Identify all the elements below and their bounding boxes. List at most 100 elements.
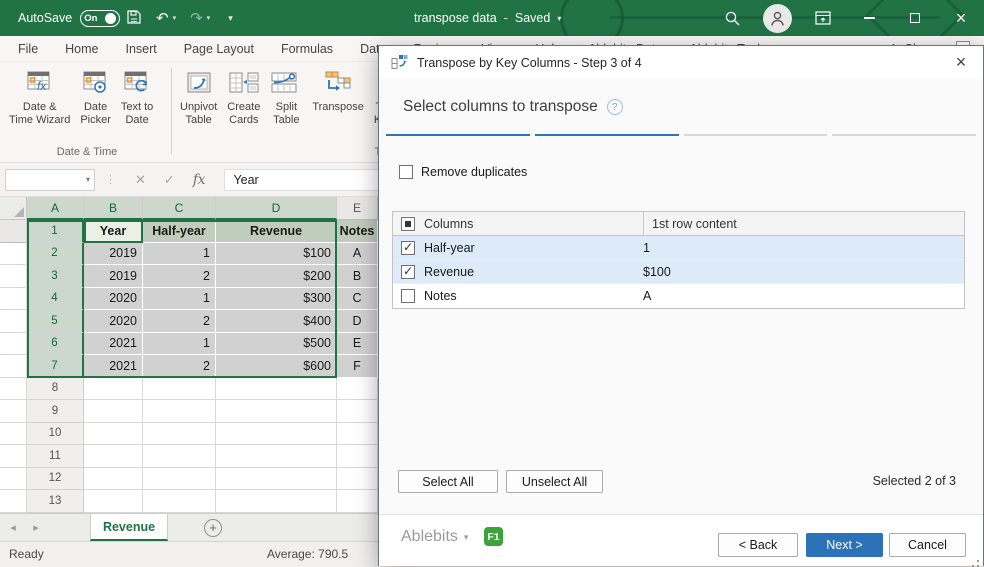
- cell-A6[interactable]: 2021: [84, 332, 143, 355]
- tab-formulas[interactable]: Formulas: [281, 42, 333, 56]
- date-picker-button[interactable]: Date Picker: [75, 67, 116, 130]
- cell-D12[interactable]: [337, 467, 378, 490]
- window-close-button[interactable]: ×: [938, 0, 984, 36]
- select-all-button[interactable]: Select All: [398, 470, 498, 493]
- redo-dropdown-icon[interactable]: ▾: [207, 14, 211, 22]
- row-header-7[interactable]: 7: [27, 355, 84, 378]
- ablebits-brand-menu[interactable]: Ablebits ▾: [401, 528, 468, 546]
- cell-C3[interactable]: $200: [216, 265, 337, 288]
- select-all-checkbox-icon[interactable]: [401, 216, 415, 231]
- undo-dropdown-icon[interactable]: ▾: [173, 14, 177, 22]
- sheet-tab-revenue[interactable]: Revenue: [90, 514, 168, 541]
- cell-B10[interactable]: [143, 422, 216, 445]
- cell-D3[interactable]: B: [337, 265, 378, 288]
- cell-D1[interactable]: Notes: [337, 220, 378, 243]
- cell-C12[interactable]: [216, 467, 337, 490]
- tab-home[interactable]: Home: [65, 42, 98, 56]
- sheet-nav-right-icon[interactable]: ▸: [26, 514, 46, 541]
- cell-D5[interactable]: D: [337, 310, 378, 333]
- cell-C2[interactable]: $100: [216, 242, 337, 265]
- cell-C7[interactable]: $600: [216, 355, 337, 378]
- date-time-wizard-button[interactable]: fx Date & Time Wizard: [4, 67, 75, 130]
- column-row-revenue[interactable]: Revenue $100: [393, 260, 964, 284]
- tab-insert[interactable]: Insert: [126, 42, 157, 56]
- add-sheet-button[interactable]: +: [204, 518, 222, 537]
- cell-C9[interactable]: [216, 400, 337, 423]
- cell-D2[interactable]: A: [337, 242, 378, 265]
- cell-D6[interactable]: E: [337, 332, 378, 355]
- cell-D11[interactable]: [337, 445, 378, 468]
- cell-B3[interactable]: 2: [143, 265, 216, 288]
- customize-quick-access-icon[interactable]: ▾: [228, 13, 233, 24]
- cell-A10[interactable]: [84, 422, 143, 445]
- back-button[interactable]: < Back: [718, 533, 798, 557]
- cell-A7[interactable]: 2021: [84, 355, 143, 378]
- minimize-button[interactable]: [846, 0, 892, 36]
- cell-C10[interactable]: [216, 422, 337, 445]
- avatar[interactable]: [763, 3, 792, 33]
- confirm-entry-icon[interactable]: ✓: [164, 172, 175, 188]
- cell-D10[interactable]: [337, 422, 378, 445]
- cell-B8[interactable]: [143, 377, 216, 400]
- undo-icon[interactable]: ↶: [156, 11, 169, 26]
- cell-D8[interactable]: [337, 377, 378, 400]
- row-header-8[interactable]: 8: [27, 377, 84, 400]
- cancel-entry-icon[interactable]: ✕: [135, 172, 146, 188]
- tab-page-layout[interactable]: Page Layout: [184, 42, 254, 56]
- cell-A1[interactable]: Year: [84, 220, 143, 243]
- column-header-d[interactable]: D: [216, 197, 337, 220]
- cell-C5[interactable]: $400: [216, 310, 337, 333]
- row-header-5[interactable]: 5: [27, 310, 84, 333]
- row-header-4[interactable]: 4: [27, 287, 84, 310]
- row-header-1[interactable]: 1: [27, 220, 84, 243]
- cell-B4[interactable]: 1: [143, 287, 216, 310]
- cell-A9[interactable]: [84, 400, 143, 423]
- title-dropdown-icon[interactable]: ▾: [557, 14, 561, 23]
- checkbox-icon[interactable]: [401, 240, 415, 255]
- cell-C1[interactable]: Revenue: [216, 220, 337, 243]
- help-icon[interactable]: ?: [606, 99, 623, 115]
- row-header-10[interactable]: 10: [27, 422, 84, 445]
- dialog-close-button[interactable]: ×: [939, 46, 983, 79]
- text-to-date-button[interactable]: Text to Date: [116, 67, 158, 130]
- cancel-button[interactable]: Cancel: [889, 533, 966, 557]
- name-box[interactable]: ▾: [5, 168, 95, 191]
- cell-B1[interactable]: Half-year: [143, 220, 216, 243]
- checkbox-icon[interactable]: [399, 165, 413, 179]
- cell-C13[interactable]: [216, 490, 337, 513]
- checkbox-icon[interactable]: [401, 264, 415, 279]
- resize-grip[interactable]: [977, 560, 979, 562]
- save-icon[interactable]: [126, 9, 142, 28]
- row-header-13[interactable]: 13: [27, 490, 84, 513]
- search-icon[interactable]: [709, 0, 755, 36]
- row-header-2[interactable]: 2: [27, 242, 84, 265]
- column-header-e[interactable]: E: [337, 197, 378, 220]
- cell-D13[interactable]: [337, 490, 378, 513]
- cell-A12[interactable]: [84, 467, 143, 490]
- row-header-12[interactable]: 12: [27, 467, 84, 490]
- maximize-button[interactable]: [892, 0, 938, 36]
- cell-B6[interactable]: 1: [143, 332, 216, 355]
- column-header-b[interactable]: B: [84, 197, 143, 220]
- cell-B12[interactable]: [143, 467, 216, 490]
- cell-A4[interactable]: 2020: [84, 287, 143, 310]
- cell-C11[interactable]: [216, 445, 337, 468]
- cell-B5[interactable]: 2: [143, 310, 216, 333]
- cell-B11[interactable]: [143, 445, 216, 468]
- column-row-notes[interactable]: Notes A: [393, 284, 964, 308]
- cell-A11[interactable]: [84, 445, 143, 468]
- ribbon-display-options-icon[interactable]: [800, 0, 846, 36]
- cell-A3[interactable]: 2019: [84, 265, 143, 288]
- split-table-button[interactable]: Split Table: [265, 67, 307, 130]
- column-header-c[interactable]: C: [143, 197, 216, 220]
- sheet-nav-left-icon[interactable]: ◂: [0, 514, 26, 541]
- next-button[interactable]: Next >: [806, 533, 883, 557]
- row-header-9[interactable]: 9: [27, 400, 84, 423]
- select-all-corner[interactable]: [0, 197, 27, 220]
- cell-A2[interactable]: 2019: [84, 242, 143, 265]
- cell-A13[interactable]: [84, 490, 143, 513]
- create-cards-button[interactable]: Create Cards: [222, 67, 265, 130]
- remove-duplicates-checkbox[interactable]: Remove duplicates: [399, 165, 527, 179]
- cell-B13[interactable]: [143, 490, 216, 513]
- transpose-button[interactable]: Transpose: [307, 67, 369, 117]
